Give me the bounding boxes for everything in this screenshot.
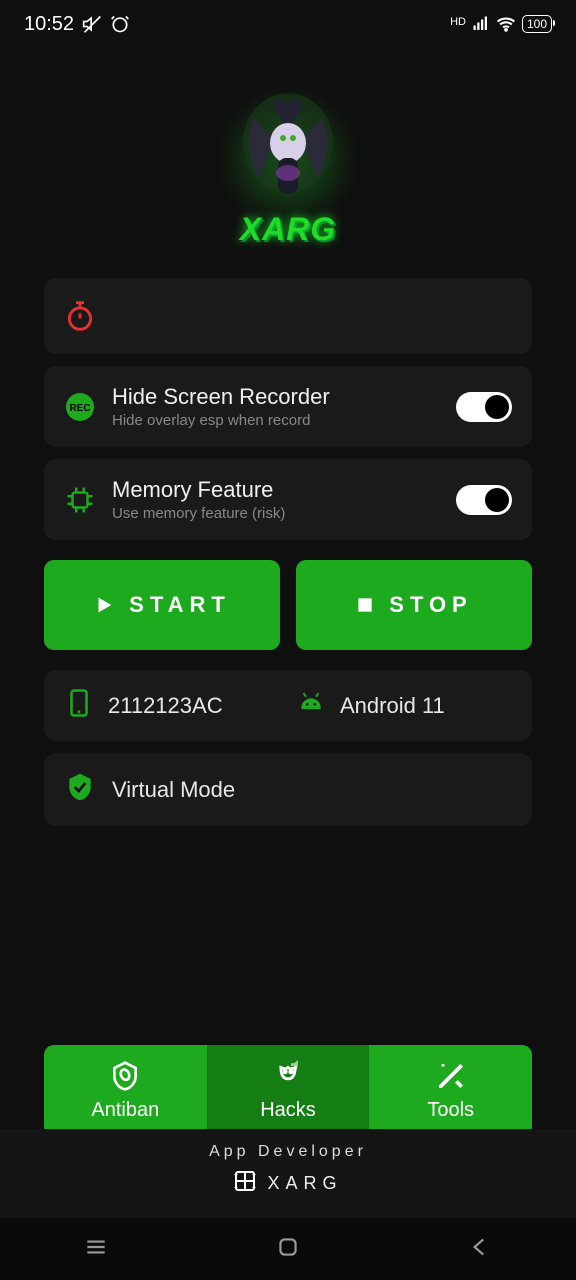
footer-brand-label: XARG xyxy=(267,1173,342,1194)
shield-check-icon xyxy=(64,771,96,808)
status-left: 10:52 xyxy=(24,13,130,36)
status-right: HD 100 xyxy=(450,14,552,34)
bottom-tabs: Antiban Hacks Tools xyxy=(44,1045,532,1136)
stop-label: STOP xyxy=(389,592,473,618)
virtual-mode-label: Virtual Mode xyxy=(112,777,235,803)
memory-row: Memory Feature Use memory feature (risk) xyxy=(44,459,532,540)
hide-recorder-title: Hide Screen Recorder xyxy=(112,384,440,410)
device-info-card: 2112123AC Android 11 xyxy=(44,670,532,741)
android-icon xyxy=(296,688,326,723)
signal-icon xyxy=(472,15,490,33)
chip-icon xyxy=(64,484,96,516)
alarm-icon xyxy=(110,14,130,34)
device-os: Android 11 xyxy=(340,693,445,719)
hide-recorder-toggle[interactable] xyxy=(456,392,512,422)
memory-title: Memory Feature xyxy=(112,477,440,503)
grid-icon xyxy=(233,1169,257,1198)
tab-antiban[interactable]: Antiban xyxy=(44,1045,207,1136)
memory-toggle[interactable] xyxy=(456,485,512,515)
logo-area: XARG xyxy=(0,48,576,278)
play-icon xyxy=(93,594,115,616)
phone-icon xyxy=(64,688,94,723)
footer-title: App Developer xyxy=(0,1143,576,1161)
svg-text:REC: REC xyxy=(69,403,90,414)
memory-sub: Use memory feature (risk) xyxy=(112,505,440,522)
app-logo: XARG xyxy=(198,68,378,248)
tab-tools-label: Tools xyxy=(427,1099,474,1122)
back-button[interactable] xyxy=(467,1234,493,1265)
wifi-icon xyxy=(496,14,516,34)
home-button[interactable] xyxy=(275,1234,301,1265)
masks-icon xyxy=(271,1059,305,1093)
footer: App Developer XARG xyxy=(0,1129,576,1218)
hide-recorder-row: REC Hide Screen Recorder Hide overlay es… xyxy=(44,366,532,447)
stop-icon xyxy=(355,595,375,615)
logo-character-icon xyxy=(223,88,353,228)
battery-icon: 100 xyxy=(522,15,552,33)
rec-icon: REC xyxy=(64,391,96,423)
time-label: 10:52 xyxy=(24,13,74,36)
hide-recorder-sub: Hide overlay esp when record xyxy=(112,412,440,429)
start-label: START xyxy=(129,592,231,618)
system-navbar xyxy=(0,1218,576,1280)
logo-text: XARG xyxy=(240,211,336,248)
start-button[interactable]: START xyxy=(44,560,280,650)
tab-hacks-label: Hacks xyxy=(260,1099,316,1122)
shield-icon xyxy=(109,1059,141,1093)
tools-icon xyxy=(435,1059,467,1093)
tab-tools[interactable]: Tools xyxy=(369,1045,532,1136)
virtual-mode-card: Virtual Mode xyxy=(44,753,532,826)
tab-antiban-label: Antiban xyxy=(91,1099,159,1122)
mute-icon xyxy=(82,14,102,34)
hd-label: HD xyxy=(450,16,466,28)
stop-button[interactable]: STOP xyxy=(296,560,532,650)
stopwatch-icon xyxy=(64,300,96,332)
status-bar: 10:52 HD 100 xyxy=(0,0,576,48)
recents-button[interactable] xyxy=(83,1234,109,1265)
device-model: 2112123AC xyxy=(108,693,223,719)
timer-card[interactable] xyxy=(44,278,532,354)
tab-hacks[interactable]: Hacks xyxy=(207,1045,370,1136)
